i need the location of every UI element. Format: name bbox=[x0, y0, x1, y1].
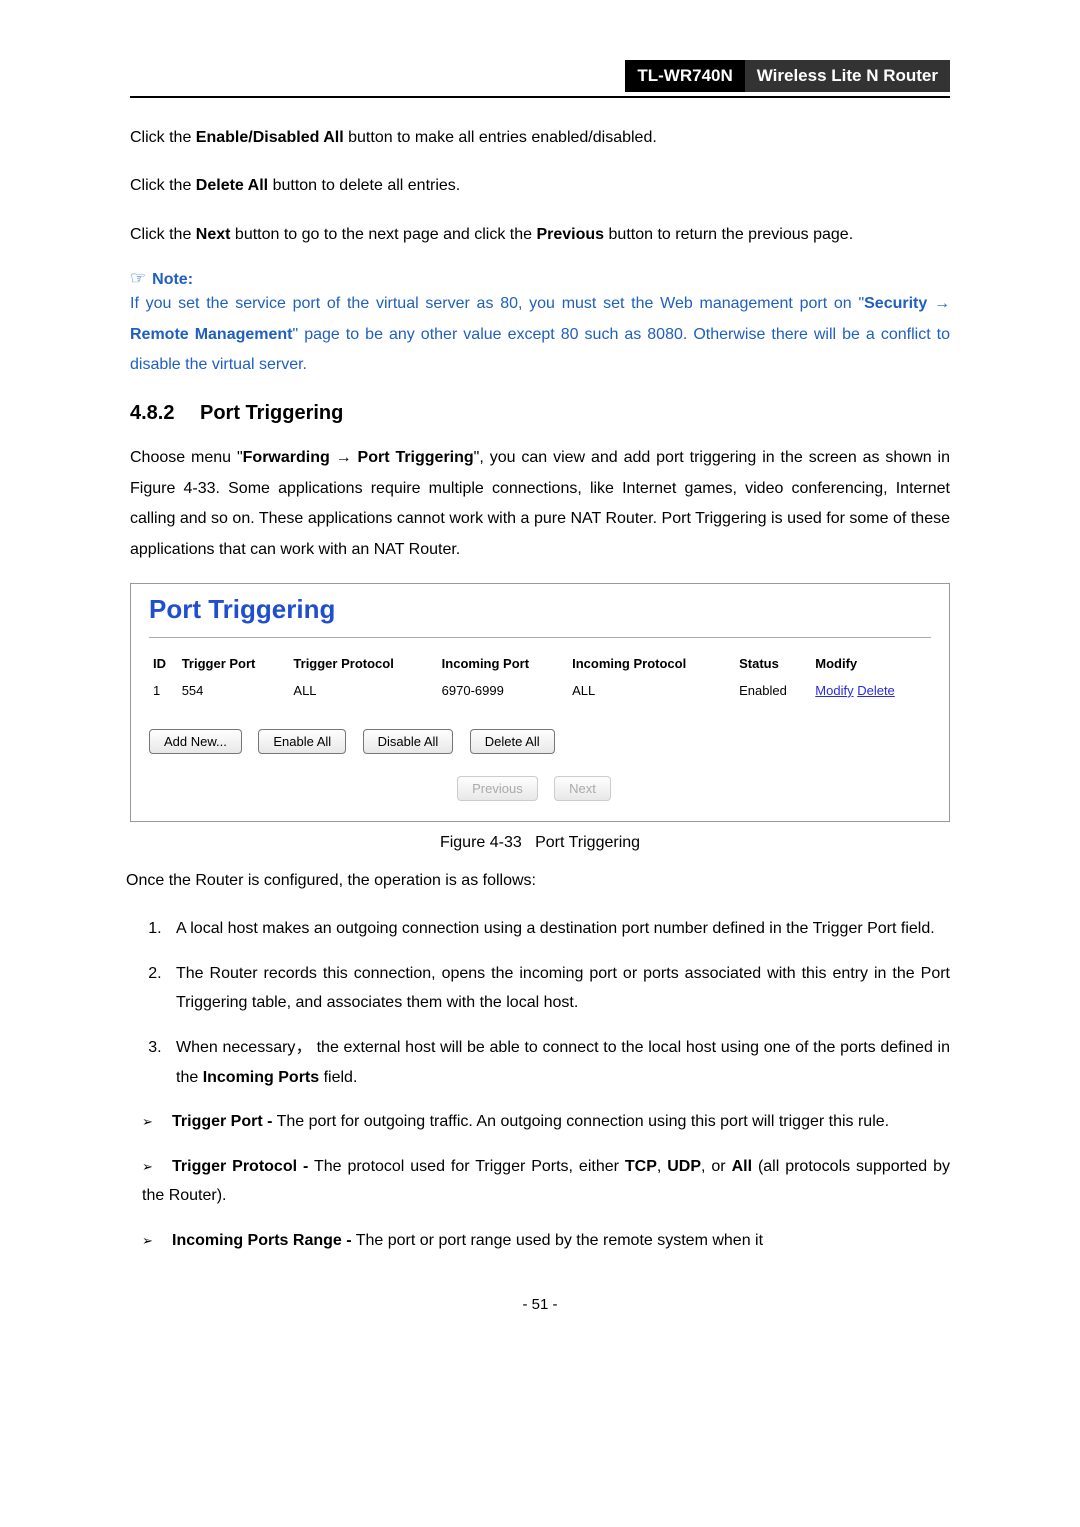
model-number: TL-WR740N bbox=[625, 60, 744, 92]
next-button: Next bbox=[554, 776, 611, 801]
button-row-1: Add New... Enable All Disable All Delete… bbox=[149, 729, 931, 754]
screenshot-title: Port Triggering bbox=[149, 594, 931, 625]
page-number: - 51 - bbox=[130, 1296, 950, 1313]
bullet-list: Trigger Port - The port for outgoing tra… bbox=[142, 1107, 950, 1255]
port-triggering-table: ID Trigger Port Trigger Protocol Incomin… bbox=[149, 650, 931, 704]
header-divider bbox=[130, 96, 950, 98]
disable-all-button[interactable]: Disable All bbox=[363, 729, 454, 754]
cell-trigger-protocol: ALL bbox=[289, 677, 437, 704]
screenshot-divider bbox=[149, 637, 931, 638]
document-header: TL-WR740NWireless Lite N Router bbox=[130, 60, 950, 92]
cell-id: 1 bbox=[149, 677, 178, 704]
step-2: The Router records this connection, open… bbox=[166, 959, 950, 1018]
previous-button: Previous bbox=[457, 776, 538, 801]
step-3: When necessary， the external host will b… bbox=[166, 1033, 950, 1092]
paragraph-delete-all: Click the Delete All button to delete al… bbox=[130, 171, 950, 201]
bullet-trigger-port: Trigger Port - The port for outgoing tra… bbox=[142, 1107, 950, 1137]
port-triggering-screenshot: Port Triggering ID Trigger Port Trigger … bbox=[130, 583, 950, 822]
th-id: ID bbox=[149, 650, 178, 677]
paragraph-next-previous: Click the Next button to go to the next … bbox=[130, 220, 950, 250]
cell-incoming-port: 6970-6999 bbox=[438, 677, 568, 704]
product-name: Wireless Lite N Router bbox=[745, 60, 950, 92]
cell-modify-links: Modify Delete bbox=[811, 677, 931, 704]
note-body: If you set the service port of the virtu… bbox=[130, 289, 950, 380]
paragraph-enable-disable: Click the Enable/Disabled All button to … bbox=[130, 123, 950, 153]
delete-all-button[interactable]: Delete All bbox=[470, 729, 555, 754]
steps-list: A local host makes an outgoing connectio… bbox=[166, 914, 950, 1092]
hand-icon: ☞ bbox=[130, 268, 146, 288]
delete-link[interactable]: Delete bbox=[857, 683, 895, 698]
th-modify: Modify bbox=[811, 650, 931, 677]
enable-all-button[interactable]: Enable All bbox=[258, 729, 346, 754]
cell-status: Enabled bbox=[735, 677, 811, 704]
th-trigger-port: Trigger Port bbox=[178, 650, 290, 677]
bullet-trigger-protocol: Trigger Protocol - The protocol used for… bbox=[142, 1152, 950, 1211]
th-trigger-protocol: Trigger Protocol bbox=[289, 650, 437, 677]
section-description: Choose menu "Forwarding → Port Triggerin… bbox=[130, 443, 950, 565]
th-status: Status bbox=[735, 650, 811, 677]
modify-link[interactable]: Modify bbox=[815, 683, 853, 698]
table-row: 1 554 ALL 6970-6999 ALL Enabled Modify D… bbox=[149, 677, 931, 704]
step-1: A local host makes an outgoing connectio… bbox=[166, 914, 950, 944]
section-heading: 4.8.2Port Triggering bbox=[130, 402, 950, 425]
cell-trigger-port: 554 bbox=[178, 677, 290, 704]
figure-caption: Figure 4-33 Port Triggering bbox=[130, 834, 950, 852]
th-incoming-port: Incoming Port bbox=[438, 650, 568, 677]
once-configured-text: Once the Router is configured, the opera… bbox=[126, 866, 950, 896]
th-incoming-protocol: Incoming Protocol bbox=[568, 650, 735, 677]
add-new-button[interactable]: Add New... bbox=[149, 729, 242, 754]
cell-incoming-protocol: ALL bbox=[568, 677, 735, 704]
bullet-incoming-ports: Incoming Ports Range - The port or port … bbox=[142, 1226, 950, 1256]
button-row-2: Previous Next bbox=[149, 776, 931, 801]
table-header-row: ID Trigger Port Trigger Protocol Incomin… bbox=[149, 650, 931, 677]
note-heading: ☞Note: bbox=[130, 268, 950, 289]
